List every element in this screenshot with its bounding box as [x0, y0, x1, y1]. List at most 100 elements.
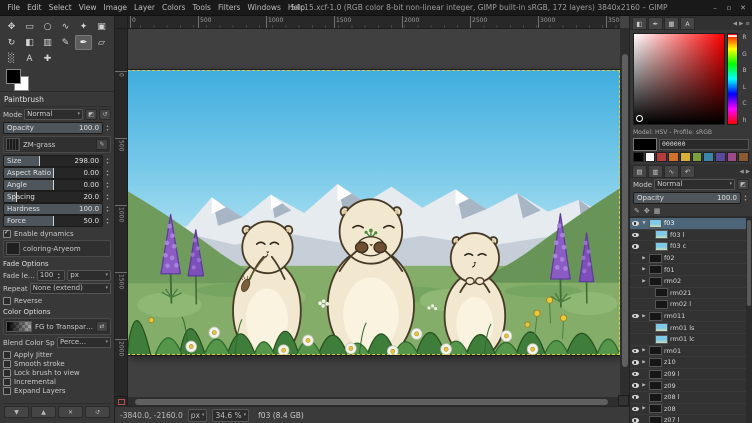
slider-stepper[interactable]: ▴▾ [104, 169, 111, 177]
gradient-selector[interactable]: FG to Transpar… ⇄ [3, 318, 111, 335]
visibility-eye-icon[interactable] [632, 395, 639, 400]
paths-tab[interactable]: ∿ [664, 165, 679, 178]
expand-layers-checkbox[interactable] [3, 387, 11, 395]
current-color-swatch[interactable] [633, 138, 657, 151]
slider-stepper[interactable]: ▴▾ [742, 194, 749, 202]
canvas[interactable] [127, 70, 620, 355]
enable-dynamics-checkbox[interactable] [3, 230, 11, 238]
reset-preset-button[interactable]: ↺ [85, 406, 110, 418]
lock-brush-to-view-checkbox[interactable] [3, 369, 11, 377]
saturation-value-square[interactable] [633, 33, 725, 125]
paintbrush-tool[interactable]: ✒ [75, 35, 92, 50]
repeat-dropdown[interactable]: None (extend)▾ [30, 283, 111, 294]
layer-row[interactable]: z08 l [630, 392, 746, 404]
aspect-ratio-slider[interactable]: Aspect Ratio 0.00 [3, 167, 103, 179]
layer-row[interactable]: rm01 ls [630, 322, 746, 334]
visibility-eye-icon[interactable] [632, 349, 639, 354]
dock-left-arrow[interactable]: ◀ [740, 169, 744, 175]
reverse-row[interactable]: Reverse [3, 296, 111, 305]
channel-letter[interactable]: R [742, 34, 746, 41]
layer-row[interactable]: f03 l [630, 230, 746, 242]
unit-dropdown[interactable]: px▾ [188, 409, 208, 422]
palette-swatch[interactable] [727, 152, 738, 162]
navigation-button[interactable] [618, 395, 629, 406]
fg-color-swatch[interactable] [6, 69, 21, 84]
menu-item[interactable]: View [75, 0, 100, 15]
layer-row[interactable]: ▶ f02 [630, 253, 746, 265]
channel-letter[interactable]: G [742, 51, 747, 58]
blend-space-dropdown[interactable]: Perce…▾ [57, 337, 111, 348]
palette-swatch[interactable] [680, 152, 691, 162]
color-options-header[interactable]: Color Options [3, 307, 111, 316]
text-tool[interactable]: A [21, 51, 38, 66]
layer-expander-icon[interactable]: ▶ [641, 279, 647, 284]
visibility-eye-icon[interactable] [632, 244, 639, 249]
layer-row[interactable]: ▶ rm02 [630, 276, 746, 288]
opacity-slider[interactable]: Opacity 100.0 [3, 122, 103, 134]
mode-reset-button[interactable]: ↺ [99, 109, 111, 120]
visibility-eye-icon[interactable] [632, 407, 639, 412]
visibility-eye-icon[interactable] [632, 314, 639, 319]
menu-item[interactable]: Windows [244, 0, 284, 15]
layer-row[interactable]: rm01 lc [630, 334, 746, 346]
airbrush-tool[interactable]: ░ [3, 51, 20, 66]
layer-mode-switch-button[interactable]: ◩ [737, 179, 749, 190]
undo-history-tab[interactable]: ↶ [680, 165, 695, 178]
menu-item[interactable]: Colors [158, 0, 189, 15]
channel-letter[interactable]: B [742, 67, 746, 74]
brushes-tab[interactable]: ✒ [648, 17, 663, 30]
angle-slider[interactable]: Angle 0.00 [3, 179, 103, 191]
palette-swatch[interactable] [738, 152, 749, 162]
layer-expander-icon[interactable]: ▶ [641, 256, 647, 261]
channel-letter[interactable]: h [743, 117, 747, 124]
hardness-slider[interactable]: Hardness 100.0 [3, 203, 103, 215]
palette-swatch[interactable] [645, 152, 656, 162]
palette-swatch[interactable] [703, 152, 714, 162]
dynamics-selector[interactable]: coloring-Aryeom [3, 240, 111, 257]
fade-length-field[interactable]: 100▴▾ [37, 270, 65, 281]
layer-row[interactable]: ▶ rm011 [630, 311, 746, 323]
enable-dynamics-row[interactable]: Enable dynamics [3, 229, 111, 238]
layer-expander-icon[interactable]: ▶ [641, 360, 647, 365]
dock-menu-button[interactable]: ≡ [745, 21, 750, 27]
layer-expander-icon[interactable]: ▶ [641, 406, 647, 411]
visibility-eye-icon[interactable] [632, 372, 639, 377]
patterns-tab[interactable]: ▦ [664, 17, 679, 30]
eraser-tool[interactable]: ▱ [93, 35, 110, 50]
layer-row[interactable]: ▶ z08 [630, 404, 746, 416]
menu-item[interactable]: Tools [189, 0, 214, 15]
heal-tool[interactable]: ✚ [39, 51, 56, 66]
fuzzy-select-tool[interactable]: ✦ [75, 19, 92, 34]
ellipse-select-tool[interactable]: ○ [39, 19, 56, 34]
brush-selector[interactable]: ZM-grass ✎ [3, 136, 111, 153]
fade-stepper[interactable]: ▴▾ [55, 272, 62, 280]
visibility-eye-icon[interactable] [632, 221, 639, 226]
brush-edit-icon[interactable]: ✎ [96, 139, 108, 150]
gradient-reverse-button[interactable]: ⇄ [96, 321, 108, 332]
tool-option-row[interactable]: Incremental [3, 377, 111, 386]
transform-tool[interactable]: ↻ [3, 35, 20, 50]
layer-row[interactable]: rm021 [630, 288, 746, 300]
apply-jitter-checkbox[interactable] [3, 351, 11, 359]
slider-stepper[interactable]: ▴▾ [104, 124, 111, 132]
layer-mode-dropdown[interactable]: Normal▾ [654, 179, 735, 190]
menu-item[interactable]: Help [284, 0, 308, 15]
force-slider[interactable]: Force 50.0 [3, 215, 103, 227]
ruler-corner[interactable] [115, 16, 128, 29]
layer-expander-icon[interactable]: ▼ [641, 221, 647, 226]
menu-item[interactable]: File [4, 0, 24, 15]
lock-pixels-icon[interactable]: ✎ [634, 207, 640, 215]
crop-tool[interactable]: ▣ [93, 19, 110, 34]
palette-swatch[interactable] [692, 152, 703, 162]
smooth-stroke-checkbox[interactable] [3, 360, 11, 368]
fade-options-header[interactable]: Fade Options [3, 259, 111, 268]
palette-swatch[interactable] [633, 152, 644, 162]
pencil-tool[interactable]: ✎ [57, 35, 74, 50]
slider-stepper[interactable]: ▴▾ [104, 217, 111, 225]
palette-swatch[interactable] [656, 152, 667, 162]
fonts-tab[interactable]: A [680, 17, 695, 30]
layer-row[interactable]: f03 c [630, 241, 746, 253]
menu-item[interactable]: Edit [24, 0, 46, 15]
hue-strip[interactable] [727, 33, 738, 125]
lock-alpha-icon[interactable]: ▦ [654, 207, 661, 215]
